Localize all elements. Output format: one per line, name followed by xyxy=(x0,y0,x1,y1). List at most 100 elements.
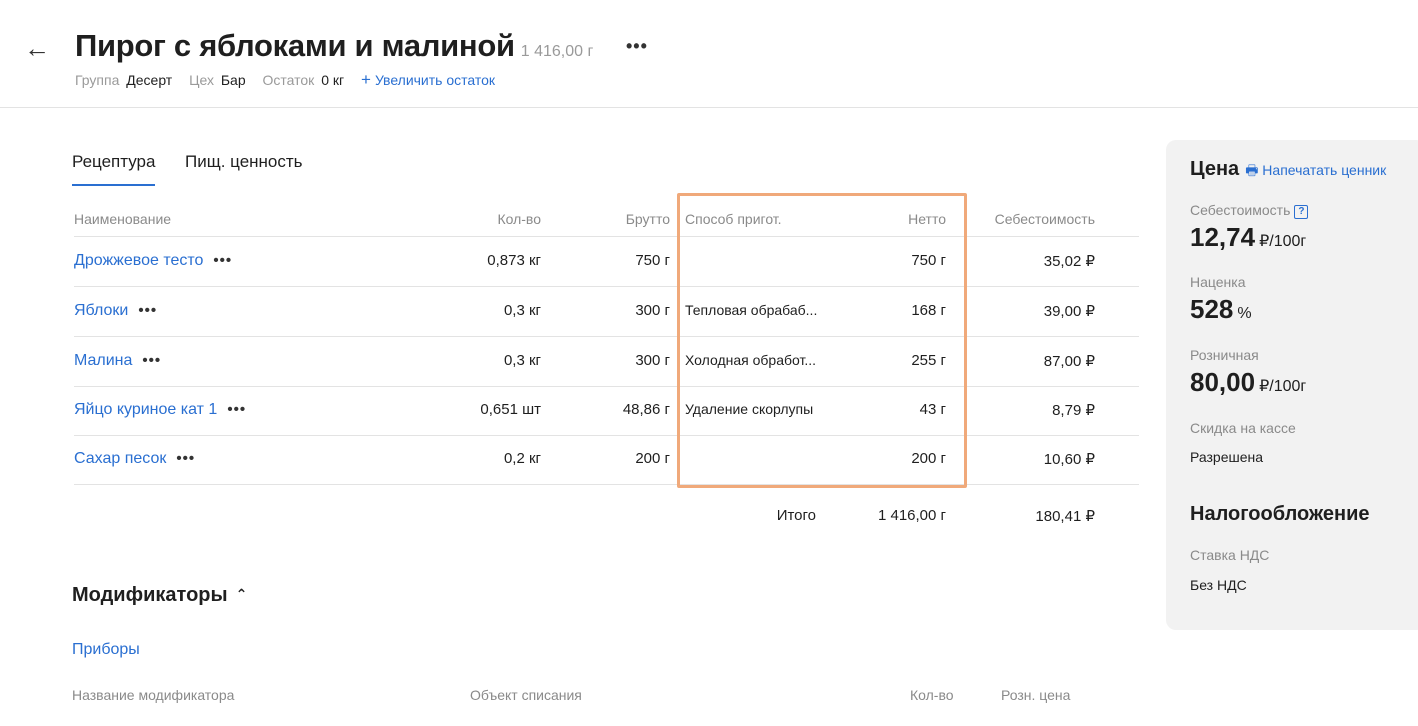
col-retail-price: Розн. цена xyxy=(1001,687,1071,703)
ingredient-link[interactable]: Яйцо куриное кат 1 xyxy=(74,401,217,418)
cost-unit: ₽/100г xyxy=(1259,233,1307,250)
gross-cell: 200 г xyxy=(635,450,670,467)
tab-nutrition[interactable]: Пищ. ценность xyxy=(185,152,303,172)
net-cell: 255 г xyxy=(911,352,946,369)
col-qty: Кол-во xyxy=(497,211,541,227)
col-modifier-qty: Кол-во xyxy=(910,687,954,703)
back-arrow-icon[interactable]: ← xyxy=(24,34,52,62)
more-icon[interactable]: ••• xyxy=(213,252,232,269)
ingredient-cell: Яблоки ••• xyxy=(74,302,157,320)
cost-value: 12,74 xyxy=(1190,222,1256,252)
workshop-value: Бар xyxy=(220,72,246,88)
net-cell: 43 г xyxy=(919,401,946,418)
print-price-tag-link[interactable]: 🖶 Напечатать ценник xyxy=(1245,162,1386,178)
cost-cell: 35,02 ₽ xyxy=(1043,253,1095,270)
total-net: 1 416,00 г xyxy=(877,507,946,524)
col-gross: Брутто xyxy=(625,211,670,227)
table-row: Дрожжевое тесто ••• 0,873 кг 750 г 750 г … xyxy=(74,237,1139,287)
chevron-up-icon: ⌃ xyxy=(235,586,248,602)
net-cell: 168 г xyxy=(911,302,946,319)
more-icon[interactable]: ••• xyxy=(176,450,195,467)
print-price-tag-label: Напечатать ценник xyxy=(1262,162,1387,178)
ingredient-cell: Сахар песок ••• xyxy=(74,450,195,468)
retail-value: 80,00 xyxy=(1190,367,1256,397)
total-label: Итого xyxy=(776,507,816,524)
modifier-group-link[interactable]: Приборы xyxy=(72,641,140,659)
retail-unit: ₽/100г xyxy=(1259,378,1307,395)
col-modifier-name: Название модификатора xyxy=(72,687,235,703)
discount-value: Разрешена xyxy=(1190,449,1264,465)
printer-icon: 🖶 xyxy=(1245,162,1259,178)
price-title: Цена xyxy=(1190,158,1240,180)
markup-unit: % xyxy=(1237,305,1252,322)
help-icon[interactable]: ? xyxy=(1294,205,1309,219)
gross-cell: 48,86 г xyxy=(622,401,670,418)
cost-cell: 8,79 ₽ xyxy=(1052,402,1095,419)
net-cell: 200 г xyxy=(911,450,946,467)
col-name: Наименование xyxy=(74,211,172,227)
product-name: Пирог с яблоками и малиной xyxy=(75,28,515,63)
method-cell: Тепловая обрабаб... xyxy=(685,302,818,318)
gross-cell: 750 г xyxy=(635,252,670,269)
cost-label-row: Себестоимость? xyxy=(1190,202,1309,219)
ingredient-cell: Дрожжевое тесто ••• xyxy=(74,252,232,270)
net-cell: 750 г xyxy=(911,252,946,269)
table-row: Сахар песок ••• 0,2 кг 200 г 200 г 10,60 … xyxy=(74,435,1139,485)
retail-value-row: 80,00 ₽/100г xyxy=(1190,367,1306,398)
markup-label: Наценка xyxy=(1190,274,1246,290)
tab-recipe[interactable]: Рецептура xyxy=(72,152,156,186)
vat-label: Ставка НДС xyxy=(1190,547,1270,563)
retail-label: Розничная xyxy=(1190,347,1259,363)
modifiers-toggle[interactable]: Модификаторы ⌃ xyxy=(72,584,247,607)
discount-label: Скидка на кассе xyxy=(1190,420,1296,436)
col-cost: Себестоимость xyxy=(994,211,1095,227)
cost-cell: 10,60 ₽ xyxy=(1043,451,1095,468)
total-cost: 180,41 ₽ xyxy=(1035,508,1095,525)
product-meta: Группа Десерт Цех Бар Остаток 0 кг + Увел… xyxy=(75,70,495,90)
more-icon[interactable]: ••• xyxy=(227,401,246,418)
ingredient-cell: Яйцо куриное кат 1 ••• xyxy=(74,401,246,419)
table-row: Яйцо куриное кат 1 ••• 0,651 шт 48,86 г У… xyxy=(74,386,1139,436)
tax-title: Налогообложение xyxy=(1190,503,1370,525)
workshop-label: Цех xyxy=(189,72,214,88)
more-icon[interactable]: ••• xyxy=(626,36,648,57)
col-method: Способ пригот. xyxy=(685,211,782,227)
page-header: ← Пирог с яблоками и малиной 1 416,00 г •… xyxy=(0,0,1418,108)
modifiers-title: Модификаторы xyxy=(72,584,228,606)
method-cell: Удаление скорлупы xyxy=(685,401,814,417)
qty-cell: 0,2 кг xyxy=(503,450,541,467)
markup-value-row: 528% xyxy=(1190,294,1252,325)
product-weight: 1 416,00 г xyxy=(520,43,594,60)
ingredient-cell: Малина ••• xyxy=(74,352,161,370)
cost-label: Себестоимость xyxy=(1190,202,1291,218)
cost-cell: 39,00 ₽ xyxy=(1043,303,1095,320)
ingredient-link[interactable]: Яблоки xyxy=(74,302,128,319)
table-header: Наименование Кол-во Брутто Способ пригот… xyxy=(74,200,1139,237)
method-cell: Холодная обработ... xyxy=(685,352,817,368)
gross-cell: 300 г xyxy=(635,302,670,319)
ingredient-link[interactable]: Малина xyxy=(74,352,132,369)
price-panel: Цена 🖶 Напечатать ценник Себестоимость? 1… xyxy=(1166,140,1418,630)
table-row: Малина ••• 0,3 кг 300 г Холодная обработ.… xyxy=(74,337,1139,387)
increase-stock-link[interactable]: + Увеличить остаток xyxy=(361,70,496,89)
more-icon[interactable]: ••• xyxy=(142,352,161,369)
group-label: Группа xyxy=(75,72,120,88)
qty-cell: 0,873 кг xyxy=(487,252,541,269)
qty-cell: 0,651 шт xyxy=(480,401,541,418)
more-icon[interactable]: ••• xyxy=(138,302,157,319)
page-title: Пирог с яблоками и малиной 1 416,00 г xyxy=(75,28,593,64)
price-header: Цена 🖶 Напечатать ценник xyxy=(1190,158,1386,184)
cost-value-row: 12,74 ₽/100г xyxy=(1190,222,1306,253)
increase-stock-label: Увеличить остаток xyxy=(374,72,496,88)
ingredient-link[interactable]: Дрожжевое тесто xyxy=(74,252,203,269)
qty-cell: 0,3 кг xyxy=(503,352,541,369)
vat-value: Без НДС xyxy=(1190,577,1247,593)
stock-value: 0 кг xyxy=(321,72,345,88)
plus-icon: + xyxy=(361,70,371,89)
ingredient-link[interactable]: Сахар песок xyxy=(74,450,166,467)
markup-value: 528 xyxy=(1190,294,1234,324)
cost-cell: 87,00 ₽ xyxy=(1043,353,1095,370)
table-row: Яблоки ••• 0,3 кг 300 г Тепловая обрабаб.… xyxy=(74,287,1139,337)
stock-label: Остаток xyxy=(262,72,315,88)
total-row: Итого 1 416,00 г 180,41 ₽ xyxy=(74,497,1139,537)
